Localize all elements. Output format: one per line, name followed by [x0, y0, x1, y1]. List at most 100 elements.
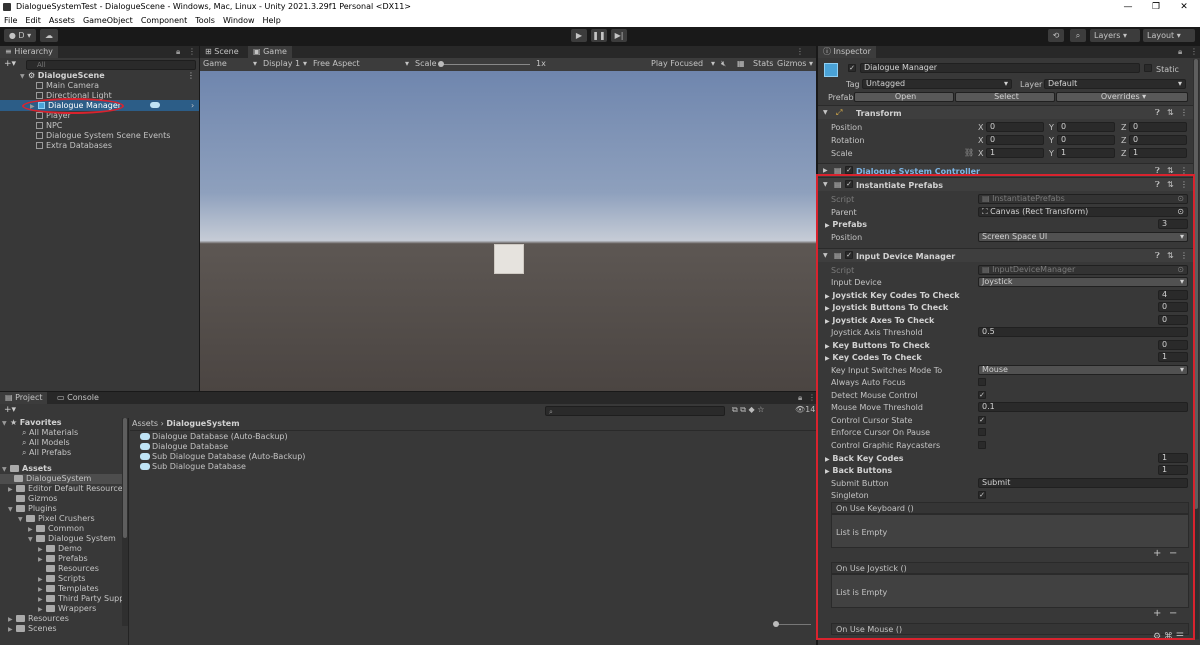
tree-item-resources-root[interactable]: ▶ Resources [8, 614, 69, 624]
scale-slider-track[interactable] [440, 64, 530, 65]
component-menu-icon[interactable]: ⋮ [1180, 108, 1188, 117]
account-button[interactable]: ● D ▾ [4, 29, 36, 42]
panel-menu-icon[interactable]: ⋮ [1190, 47, 1198, 56]
stats-button[interactable]: Stats [753, 59, 773, 69]
tab-scene[interactable]: ⊞ Scene [200, 46, 244, 58]
search-icon[interactable]: ⌕ [1070, 29, 1086, 42]
file-item[interactable]: Sub Dialogue Database [140, 462, 246, 472]
play-focused-dropdown[interactable]: Play Focused ▾ [651, 59, 715, 69]
close-icon[interactable]: ✕ [1172, 0, 1196, 14]
splitter[interactable] [128, 418, 129, 645]
add-icon[interactable]: +▾ [4, 405, 16, 415]
filter-type-icon[interactable]: ⧉ ⧉ ◆ ☆ [732, 405, 764, 415]
prefab-open-button[interactable]: Open [854, 92, 954, 102]
breadcrumb-assets[interactable]: Assets [132, 419, 158, 428]
lock-icon[interactable]: 🔒︎ [1178, 47, 1182, 57]
tab-console[interactable]: ▭ Console [52, 392, 104, 404]
assets-root-row[interactable]: ▼ Assets [2, 464, 52, 474]
tree-item-scenes[interactable]: ▶ Scenes [8, 624, 57, 634]
layers-dropdown[interactable]: Layers ▾ [1090, 29, 1140, 42]
tab-inspector[interactable]: ⓘ Inspector [818, 46, 876, 58]
favorites-row[interactable]: ▼ ★ Favorites [2, 418, 62, 428]
help-icon[interactable]: ❓︎ [1155, 108, 1160, 118]
link-icon[interactable]: ⛓ [964, 148, 974, 157]
file-item[interactable]: Sub Dialogue Database (Auto-Backup) [140, 452, 305, 462]
component-enabled-checkbox[interactable]: ✓ [845, 166, 853, 174]
hierarchy-search-input[interactable]: All [26, 60, 196, 70]
tree-item-pixel-crushers[interactable]: ▼ Pixel Crushers [18, 514, 95, 524]
shortcut-icon[interactable]: ▦ [737, 59, 745, 69]
favorite-all-models[interactable]: ⌕ All Models [22, 438, 70, 448]
menu-tools[interactable]: Tools [191, 16, 219, 25]
gizmos-button[interactable]: Gizmos ▾ [777, 59, 813, 69]
tree-item-demo[interactable]: ▶ Demo [38, 544, 82, 554]
position-x-field[interactable]: 0 [986, 122, 1044, 132]
panel-menu-icon[interactable]: ⋮ [808, 393, 816, 402]
tab-game[interactable]: ▣ Game [248, 46, 292, 58]
layout-dropdown[interactable]: Layout ▾ [1143, 29, 1195, 42]
favorite-all-prefabs[interactable]: ⌕ All Prefabs [22, 448, 71, 458]
tree-item-third-party-support[interactable]: ▶Third Party Support [38, 594, 122, 604]
tree-item-wrappers[interactable]: ▶ Wrappers [38, 604, 96, 614]
lock-icon[interactable]: 🔒︎ [176, 47, 180, 57]
panel-menu-icon[interactable]: ⋮ [188, 47, 196, 56]
object-name-field[interactable]: Dialogue Manager [860, 63, 1140, 73]
tab-hierarchy[interactable]: ≡ Hierarchy [0, 46, 58, 58]
cloud-icon[interactable]: ☁ [40, 29, 58, 42]
menu-component[interactable]: Component [137, 16, 191, 25]
tree-item-scripts[interactable]: ▶ Scripts [38, 574, 85, 584]
static-checkbox[interactable] [1144, 64, 1152, 72]
panel-menu-icon[interactable]: ⋮ [796, 47, 804, 56]
tree-item-dialogue-system[interactable]: ▼ Dialogue System [28, 534, 116, 544]
prefab-select-button[interactable]: Select [955, 92, 1055, 102]
menu-window[interactable]: Window [219, 16, 259, 25]
display-dropdown[interactable]: Display 1 ▾ [263, 59, 307, 69]
history-icon[interactable]: ⟲ [1048, 29, 1064, 42]
hierarchy-item-extra-databases[interactable]: Extra Databases [36, 141, 112, 151]
pause-icon[interactable]: ❚❚ [591, 29, 607, 42]
step-icon[interactable]: ▶| [611, 29, 627, 42]
rotation-x-field[interactable]: 0 [986, 135, 1044, 145]
preset-icon[interactable]: ⇅ [1167, 108, 1174, 117]
menu-edit[interactable]: Edit [21, 16, 45, 25]
scale-y-field[interactable]: 1 [1057, 148, 1115, 158]
file-item[interactable]: Dialogue Database (Auto-Backup) [140, 432, 288, 442]
file-item[interactable]: Dialogue Database [140, 442, 228, 452]
lock-icon[interactable]: 🔒︎ [798, 393, 802, 403]
tag-dropdown[interactable]: Untagged ▾ [862, 79, 1012, 89]
minimize-icon[interactable]: — [1116, 0, 1140, 14]
tree-scrollbar-thumb[interactable] [123, 418, 127, 538]
breadcrumb-dialoguesystem[interactable]: DialogueSystem [166, 419, 239, 428]
scale-x-field[interactable]: 1 [986, 148, 1044, 158]
position-y-field[interactable]: 0 [1057, 122, 1115, 132]
add-icon[interactable]: +▾ [4, 59, 16, 69]
game-viewport[interactable] [200, 71, 816, 391]
hierarchy-item-npc[interactable]: NPC [36, 121, 62, 131]
favorite-all-materials[interactable]: ⌕ All Materials [22, 428, 78, 438]
prefab-overrides-button[interactable]: Overrides ▾ [1056, 92, 1188, 102]
maximize-icon[interactable]: ❐ [1144, 0, 1168, 14]
menu-help[interactable]: Help [259, 16, 285, 25]
tree-item-dialoguesystem[interactable]: DialogueSystem [14, 474, 91, 484]
menu-file[interactable]: File [0, 16, 21, 25]
rotation-z-field[interactable]: 0 [1129, 135, 1187, 145]
tree-item-resources[interactable]: Resources [46, 564, 99, 574]
chevron-right-icon[interactable]: › [191, 101, 194, 110]
rotation-y-field[interactable]: 0 [1057, 135, 1115, 145]
hidden-packages-icon[interactable]: 👁︎14 [795, 405, 815, 414]
tree-item-plugins[interactable]: ▼ Plugins [8, 504, 57, 514]
game-dropdown[interactable]: Game ▾ [203, 59, 257, 69]
mute-icon[interactable]: 🔇︎ [721, 59, 726, 69]
tree-item-common[interactable]: ▶ Common [28, 524, 84, 534]
tree-item-prefabs[interactable]: ▶ Prefabs [38, 554, 88, 564]
scale-z-field[interactable]: 1 [1129, 148, 1187, 158]
icon-size-slider-handle[interactable] [773, 621, 779, 627]
hierarchy-item-scene-events[interactable]: Dialogue System Scene Events [36, 131, 170, 141]
tree-item-editor-default-resources[interactable]: ▶ Editor Default Resources [8, 484, 122, 494]
layer-dropdown[interactable]: Default ▾ [1044, 79, 1186, 89]
scene-menu-icon[interactable]: ⋮ [187, 71, 195, 81]
transform-header[interactable]: ▼ ⤢ Transform ❓︎ ⇅ ⋮ [818, 105, 1193, 119]
icon-size-slider[interactable] [775, 624, 811, 625]
tab-project[interactable]: ▤ Project [0, 392, 48, 404]
menu-gameobject[interactable]: GameObject [79, 16, 137, 25]
